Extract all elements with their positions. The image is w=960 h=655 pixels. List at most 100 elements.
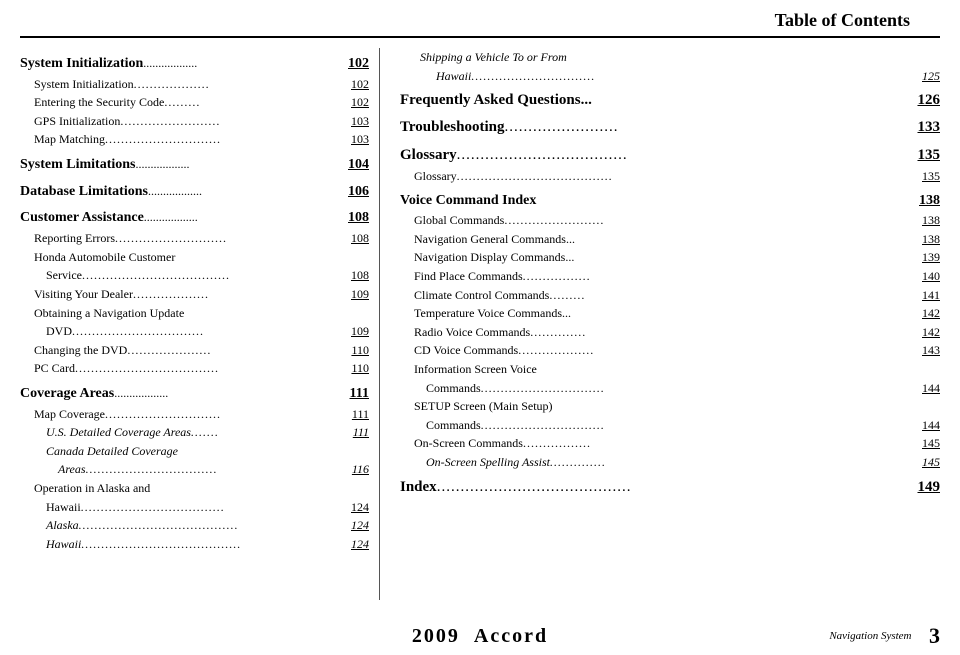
top-line1: Shipping a Vehicle To or From: [420, 48, 940, 67]
entry-page: 109: [341, 285, 369, 304]
entry-text: CD Voice Commands...................: [414, 341, 594, 360]
entry-page: 110: [341, 359, 369, 378]
entry-text: U.S. Detailed Coverage Areas.......: [46, 423, 219, 442]
list-item: SETUP Screen (Main Setup): [400, 397, 940, 416]
entry-page: 145: [912, 453, 940, 472]
section-page: 111: [350, 383, 369, 405]
page-header: Table of Contents: [20, 0, 940, 38]
list-item: Areas................................. 11…: [20, 460, 369, 479]
entry-page: 110: [341, 341, 369, 360]
list-item: Global Commands.........................…: [400, 211, 940, 230]
list-item: Reporting Errors........................…: [20, 229, 369, 248]
left-column: System Initialization..................1…: [20, 48, 380, 600]
top-entry: Shipping a Vehicle To or FromHawaii.....…: [400, 48, 940, 85]
list-item: Information Screen Voice: [400, 360, 940, 379]
section-title-text: Index...................................…: [400, 476, 631, 499]
entry-page: 111: [341, 405, 369, 424]
entry-text: Map Matching............................…: [34, 130, 221, 149]
nav-system-label: Navigation System: [829, 630, 911, 642]
entry-page: 124: [341, 498, 369, 517]
toc-section: Frequently Asked Questions... 126: [400, 89, 940, 112]
entry-text: System Initialization...................: [34, 75, 210, 94]
section-title-text: Customer Assistance..................: [20, 207, 198, 229]
entry-page: 103: [341, 112, 369, 131]
section-page: 133: [918, 116, 941, 139]
main-content: System Initialization..................1…: [0, 38, 960, 600]
list-item: Commands...............................1…: [400, 379, 940, 398]
top-line2: Hawaii............................... 125: [420, 67, 940, 86]
list-item: Temperature Voice Commands...142: [400, 304, 940, 323]
entry-text: GPS Initialization......................…: [34, 112, 220, 131]
list-item: U.S. Detailed Coverage Areas....... 111: [20, 423, 369, 442]
section-page: 102: [348, 53, 369, 75]
list-item: Changing the DVD..................... 110: [20, 341, 369, 360]
section-page: 104: [348, 154, 369, 176]
toc-section: Database Limitations..................10…: [20, 181, 369, 203]
entry-text: Visiting Your Dealer...................: [34, 285, 209, 304]
toc-section: Customer Assistance..................108…: [20, 207, 369, 377]
section-page: 126: [918, 89, 941, 112]
list-item: Hawaii..................................…: [20, 498, 369, 517]
list-item: Map Matching............................…: [20, 130, 369, 149]
section-title: Coverage Areas..................111: [20, 383, 369, 405]
top-label: Hawaii...............................: [436, 67, 595, 86]
section-page: 138: [919, 190, 940, 212]
entry-text: PC Card.................................…: [34, 359, 219, 378]
list-item: Glossary................................…: [400, 167, 940, 186]
list-item: Navigation Display Commands... 139: [400, 248, 940, 267]
entry-text: Navigation Display Commands...: [414, 248, 574, 267]
entry-page: 138: [912, 230, 940, 249]
toc-section: Coverage Areas..................111Map C…: [20, 383, 369, 553]
section-title-text: Frequently Asked Questions...: [400, 89, 592, 112]
entry-text: Canada Detailed Coverage: [46, 442, 178, 461]
entry-page: 102: [341, 93, 369, 112]
section-title: Database Limitations..................10…: [20, 181, 369, 203]
entry-text: On-Screen Spelling Assist..............: [426, 453, 606, 472]
entry-page: 135: [912, 167, 940, 186]
section-title-text: Troubleshooting........................: [400, 116, 618, 139]
entry-page: 144: [912, 379, 940, 398]
entry-text: Obtaining a Navigation Update: [34, 304, 184, 323]
section-title-text: Voice Command Index: [400, 190, 536, 212]
list-item: Climate Control Commands.........141: [400, 286, 940, 305]
section-page: 135: [918, 144, 941, 167]
footer-nav-info: Navigation System 3: [829, 623, 940, 649]
entry-page: 139: [912, 248, 940, 267]
footer-page-separator: [918, 630, 924, 642]
entry-text: Areas.................................: [58, 460, 218, 479]
entry-text: Find Place Commands.................: [414, 267, 591, 286]
entry-text: Temperature Voice Commands...: [414, 304, 571, 323]
entry-text: Hawaii..................................…: [46, 498, 225, 517]
toc-section: Glossary................................…: [400, 144, 940, 186]
entry-page: 103: [341, 130, 369, 149]
top-page: 125: [922, 67, 940, 86]
section-title: Troubleshooting........................ 1…: [400, 116, 940, 139]
list-item: Hawaii..................................…: [20, 535, 369, 554]
title-dots: ..................: [144, 210, 198, 224]
entry-page: 140: [912, 267, 940, 286]
entry-text: Radio Voice Commands..............: [414, 323, 586, 342]
entry-text: SETUP Screen (Main Setup): [414, 397, 553, 416]
list-item: CD Voice Commands...................143: [400, 341, 940, 360]
list-item: Operation in Alaska and: [20, 479, 369, 498]
list-item: Radio Voice Commands..............142: [400, 323, 940, 342]
section-page: 106: [348, 181, 369, 203]
list-item: Find Place Commands................. 140: [400, 267, 940, 286]
entry-text: Map Coverage............................…: [34, 405, 221, 424]
entry-text: Changing the DVD.....................: [34, 341, 211, 360]
list-item: Alaska..................................…: [20, 516, 369, 535]
entry-page: 116: [341, 460, 369, 479]
list-item: PC Card.................................…: [20, 359, 369, 378]
entry-text: Honda Automobile Customer: [34, 248, 175, 267]
list-item: On-Screen Commands.................145: [400, 434, 940, 453]
entry-page: 111: [341, 423, 369, 442]
entry-page: 124: [341, 516, 369, 535]
toc-section: System Initialization..................1…: [20, 53, 369, 149]
section-title-text: Glossary................................…: [400, 144, 628, 167]
list-item: GPS Initialization......................…: [20, 112, 369, 131]
entry-text: DVD.................................: [46, 322, 204, 341]
right-column: Shipping a Vehicle To or FromHawaii.....…: [380, 48, 940, 600]
entry-text: On-Screen Commands.................: [414, 434, 591, 453]
section-title: Index...................................…: [400, 476, 940, 499]
list-item: Commands...............................1…: [400, 416, 940, 435]
